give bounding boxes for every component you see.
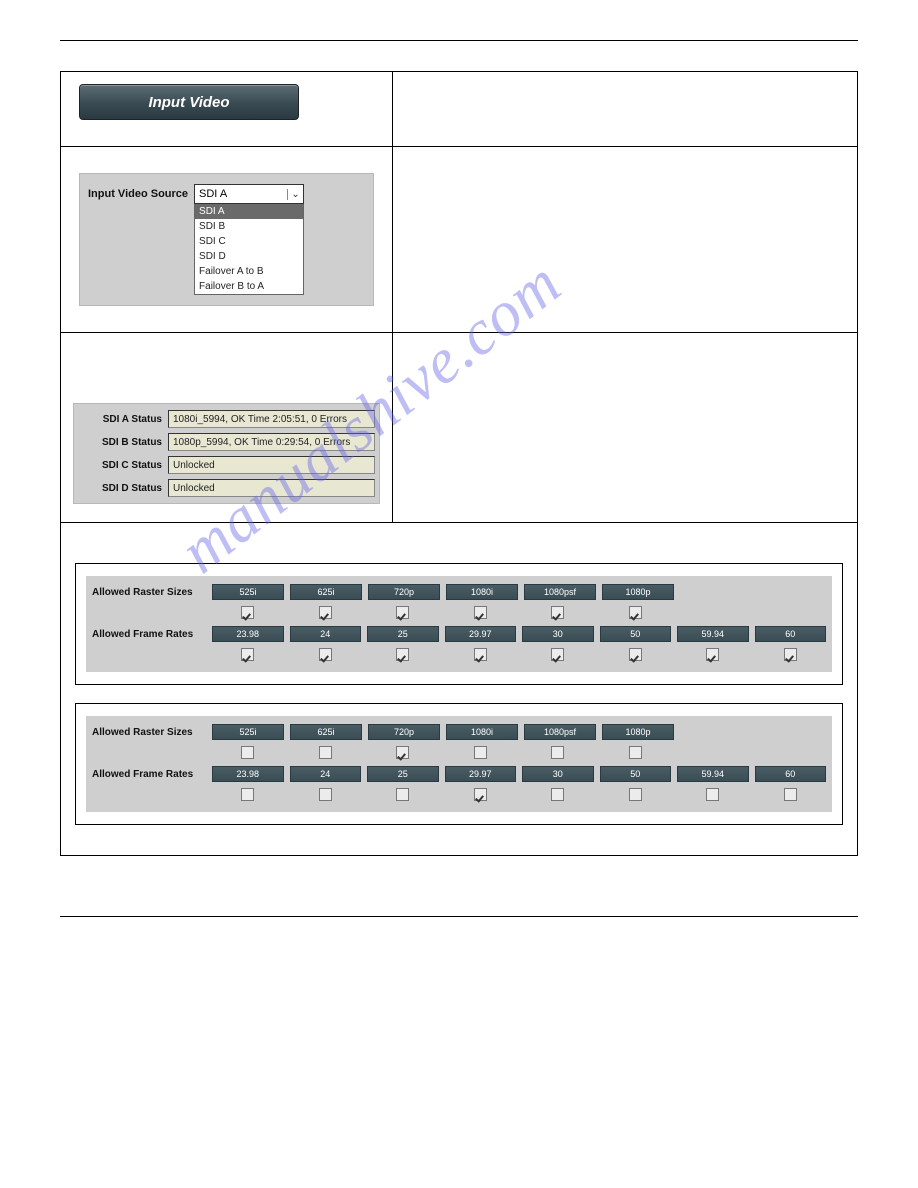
checkbox[interactable]: [474, 746, 487, 759]
column-header: 30: [522, 766, 594, 782]
checkbox[interactable]: [241, 746, 254, 759]
sdi-c-status-value: Unlocked: [168, 456, 375, 474]
checkbox[interactable]: [551, 648, 564, 661]
checkbox[interactable]: [629, 788, 642, 801]
allowed-matrix-2: Allowed Raster Sizes 525i 625i 720p 1080i 10…: [75, 703, 843, 825]
column-header: 1080psf: [524, 724, 596, 740]
column-header: 59.94: [677, 626, 749, 642]
column-header: 24: [290, 626, 362, 642]
column-header: 1080psf: [524, 584, 596, 600]
column-header: 24: [290, 766, 362, 782]
checkbox[interactable]: [241, 648, 254, 661]
checkbox[interactable]: [396, 606, 409, 619]
checkbox[interactable]: [396, 788, 409, 801]
raster-label-2: Allowed Raster Sizes: [92, 727, 212, 738]
raster-label-1: Allowed Raster Sizes: [92, 587, 212, 598]
checkbox[interactable]: [551, 746, 564, 759]
tab-title: Input Video: [148, 94, 229, 111]
checkbox[interactable]: [319, 606, 332, 619]
checkbox[interactable]: [319, 648, 332, 661]
input-video-tab[interactable]: Input Video: [79, 84, 299, 120]
checkbox[interactable]: [319, 746, 332, 759]
input-video-source-options: SDI A SDI B SDI C SDI D Failover A to B …: [194, 204, 304, 295]
sdi-d-status-value: Unlocked: [168, 479, 375, 497]
frame-label-2: Allowed Frame Rates: [92, 769, 212, 780]
checkbox[interactable]: [784, 788, 797, 801]
checkbox[interactable]: [474, 648, 487, 661]
checkbox[interactable]: [241, 606, 254, 619]
column-header: 525i: [212, 584, 284, 600]
column-header: 30: [522, 626, 594, 642]
option-sdi-c[interactable]: SDI C: [195, 234, 303, 249]
column-header: 29.97: [445, 626, 517, 642]
column-header: 50: [600, 626, 672, 642]
allowed-matrix-1: Allowed Raster Sizes 525i 625i 720p 1080i 10…: [75, 563, 843, 685]
checkbox[interactable]: [474, 606, 487, 619]
main-content: Input Video Input Video Source SDI A ⌄: [60, 71, 858, 856]
column-header: 25: [367, 766, 439, 782]
sdi-c-status-label: SDI C Status: [78, 460, 168, 471]
checkbox[interactable]: [629, 746, 642, 759]
column-header: 625i: [290, 724, 362, 740]
checkbox[interactable]: [396, 648, 409, 661]
option-sdi-a[interactable]: SDI A: [195, 204, 303, 219]
checkbox[interactable]: [319, 788, 332, 801]
column-header: 25: [367, 626, 439, 642]
column-header: 60: [755, 766, 827, 782]
select-value: SDI A: [199, 188, 227, 200]
checkbox[interactable]: [629, 606, 642, 619]
checkbox[interactable]: [551, 606, 564, 619]
checkbox[interactable]: [706, 788, 719, 801]
option-failover-b-to-a[interactable]: Failover B to A: [195, 279, 303, 294]
sdi-a-status-value: 1080i_5994, OK Time 2:05:51, 0 Errors: [168, 410, 375, 428]
column-header: 1080i: [446, 724, 518, 740]
sdi-status-panel: SDI A Status 1080i_5994, OK Time 2:05:51…: [73, 403, 380, 504]
frame-label-1: Allowed Frame Rates: [92, 629, 212, 640]
checkbox[interactable]: [706, 648, 719, 661]
checkbox[interactable]: [474, 788, 487, 801]
column-header: 1080i: [446, 584, 518, 600]
sdi-b-status-value: 1080p_5994, OK Time 0:29:54, 0 Errors: [168, 433, 375, 451]
checkbox[interactable]: [784, 648, 797, 661]
input-video-source-select[interactable]: SDI A ⌄: [194, 184, 304, 204]
column-header: 625i: [290, 584, 362, 600]
column-header: 525i: [212, 724, 284, 740]
checkbox[interactable]: [629, 648, 642, 661]
input-video-source-label: Input Video Source: [88, 184, 188, 200]
sdi-d-status-label: SDI D Status: [78, 483, 168, 494]
column-header: 1080p: [602, 584, 674, 600]
column-header: 720p: [368, 584, 440, 600]
sdi-a-status-label: SDI A Status: [78, 414, 168, 425]
option-failover-a-to-b[interactable]: Failover A to B: [195, 264, 303, 279]
column-header: 50: [600, 766, 672, 782]
column-header: 23.98: [212, 766, 284, 782]
checkbox[interactable]: [551, 788, 564, 801]
option-sdi-d[interactable]: SDI D: [195, 249, 303, 264]
input-video-source-panel: Input Video Source SDI A ⌄ SDI A SDI B S…: [79, 173, 374, 306]
column-header: 29.97: [445, 766, 517, 782]
column-header: 60: [755, 626, 827, 642]
chevron-down-icon: ⌄: [287, 189, 303, 200]
checkbox[interactable]: [396, 746, 409, 759]
column-header: 59.94: [677, 766, 749, 782]
checkbox[interactable]: [241, 788, 254, 801]
column-header: 1080p: [602, 724, 674, 740]
column-header: 720p: [368, 724, 440, 740]
column-header: 23.98: [212, 626, 284, 642]
sdi-b-status-label: SDI B Status: [78, 437, 168, 448]
option-sdi-b[interactable]: SDI B: [195, 219, 303, 234]
